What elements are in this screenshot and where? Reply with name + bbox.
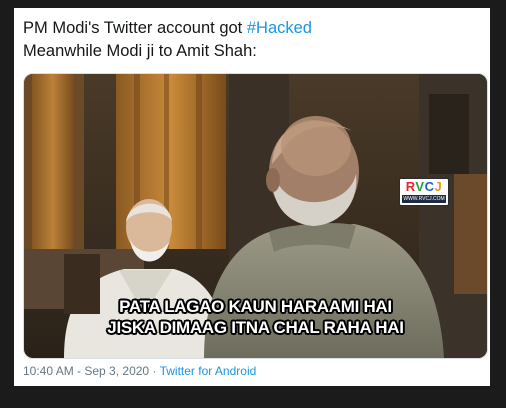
meta-separator: · xyxy=(152,364,157,378)
tweet-time: 10:40 AM xyxy=(23,364,74,378)
rvcj-watermark: RVCJ WWW.RVCJ.COM xyxy=(399,178,449,206)
tweet-media-image[interactable]: RVCJ WWW.RVCJ.COM PATA LAGAO KAUN HARAAM… xyxy=(23,73,488,359)
meme-caption: PATA LAGAO KAUN HARAAMI HAI JISKA DIMAAG… xyxy=(24,296,487,338)
tweet-meta: 10:40 AM - Sep 3, 2020 · Twitter for And… xyxy=(23,363,256,379)
tweet-text-line1: PM Modi's Twitter account got #Hacked xyxy=(23,17,483,40)
tweet-card: PM Modi's Twitter account got #Hacked Me… xyxy=(14,8,490,386)
tweet-timestamp[interactable]: 10:40 AM - Sep 3, 2020 xyxy=(23,364,149,378)
meme-caption-line1: PATA LAGAO KAUN HARAAMI HAI xyxy=(119,297,392,316)
meme-caption-line2: JISKA DIMAAG ITNA CHAL RAHA HAI xyxy=(107,318,404,337)
tweet-text-prefix: PM Modi's Twitter account got xyxy=(23,19,247,37)
tweet-date: Sep 3, 2020 xyxy=(84,364,150,378)
rvcj-logo-url: WWW.RVCJ.COM xyxy=(402,195,446,203)
hashtag-link[interactable]: #Hacked xyxy=(247,19,312,37)
tweet-text: PM Modi's Twitter account got #Hacked Me… xyxy=(23,17,483,63)
tweet-source-link[interactable]: Twitter for Android xyxy=(160,364,257,378)
tweet-text-line2: Meanwhile Modi ji to Amit Shah: xyxy=(23,42,257,60)
rvcj-logo-letters: RVCJ xyxy=(405,179,443,194)
